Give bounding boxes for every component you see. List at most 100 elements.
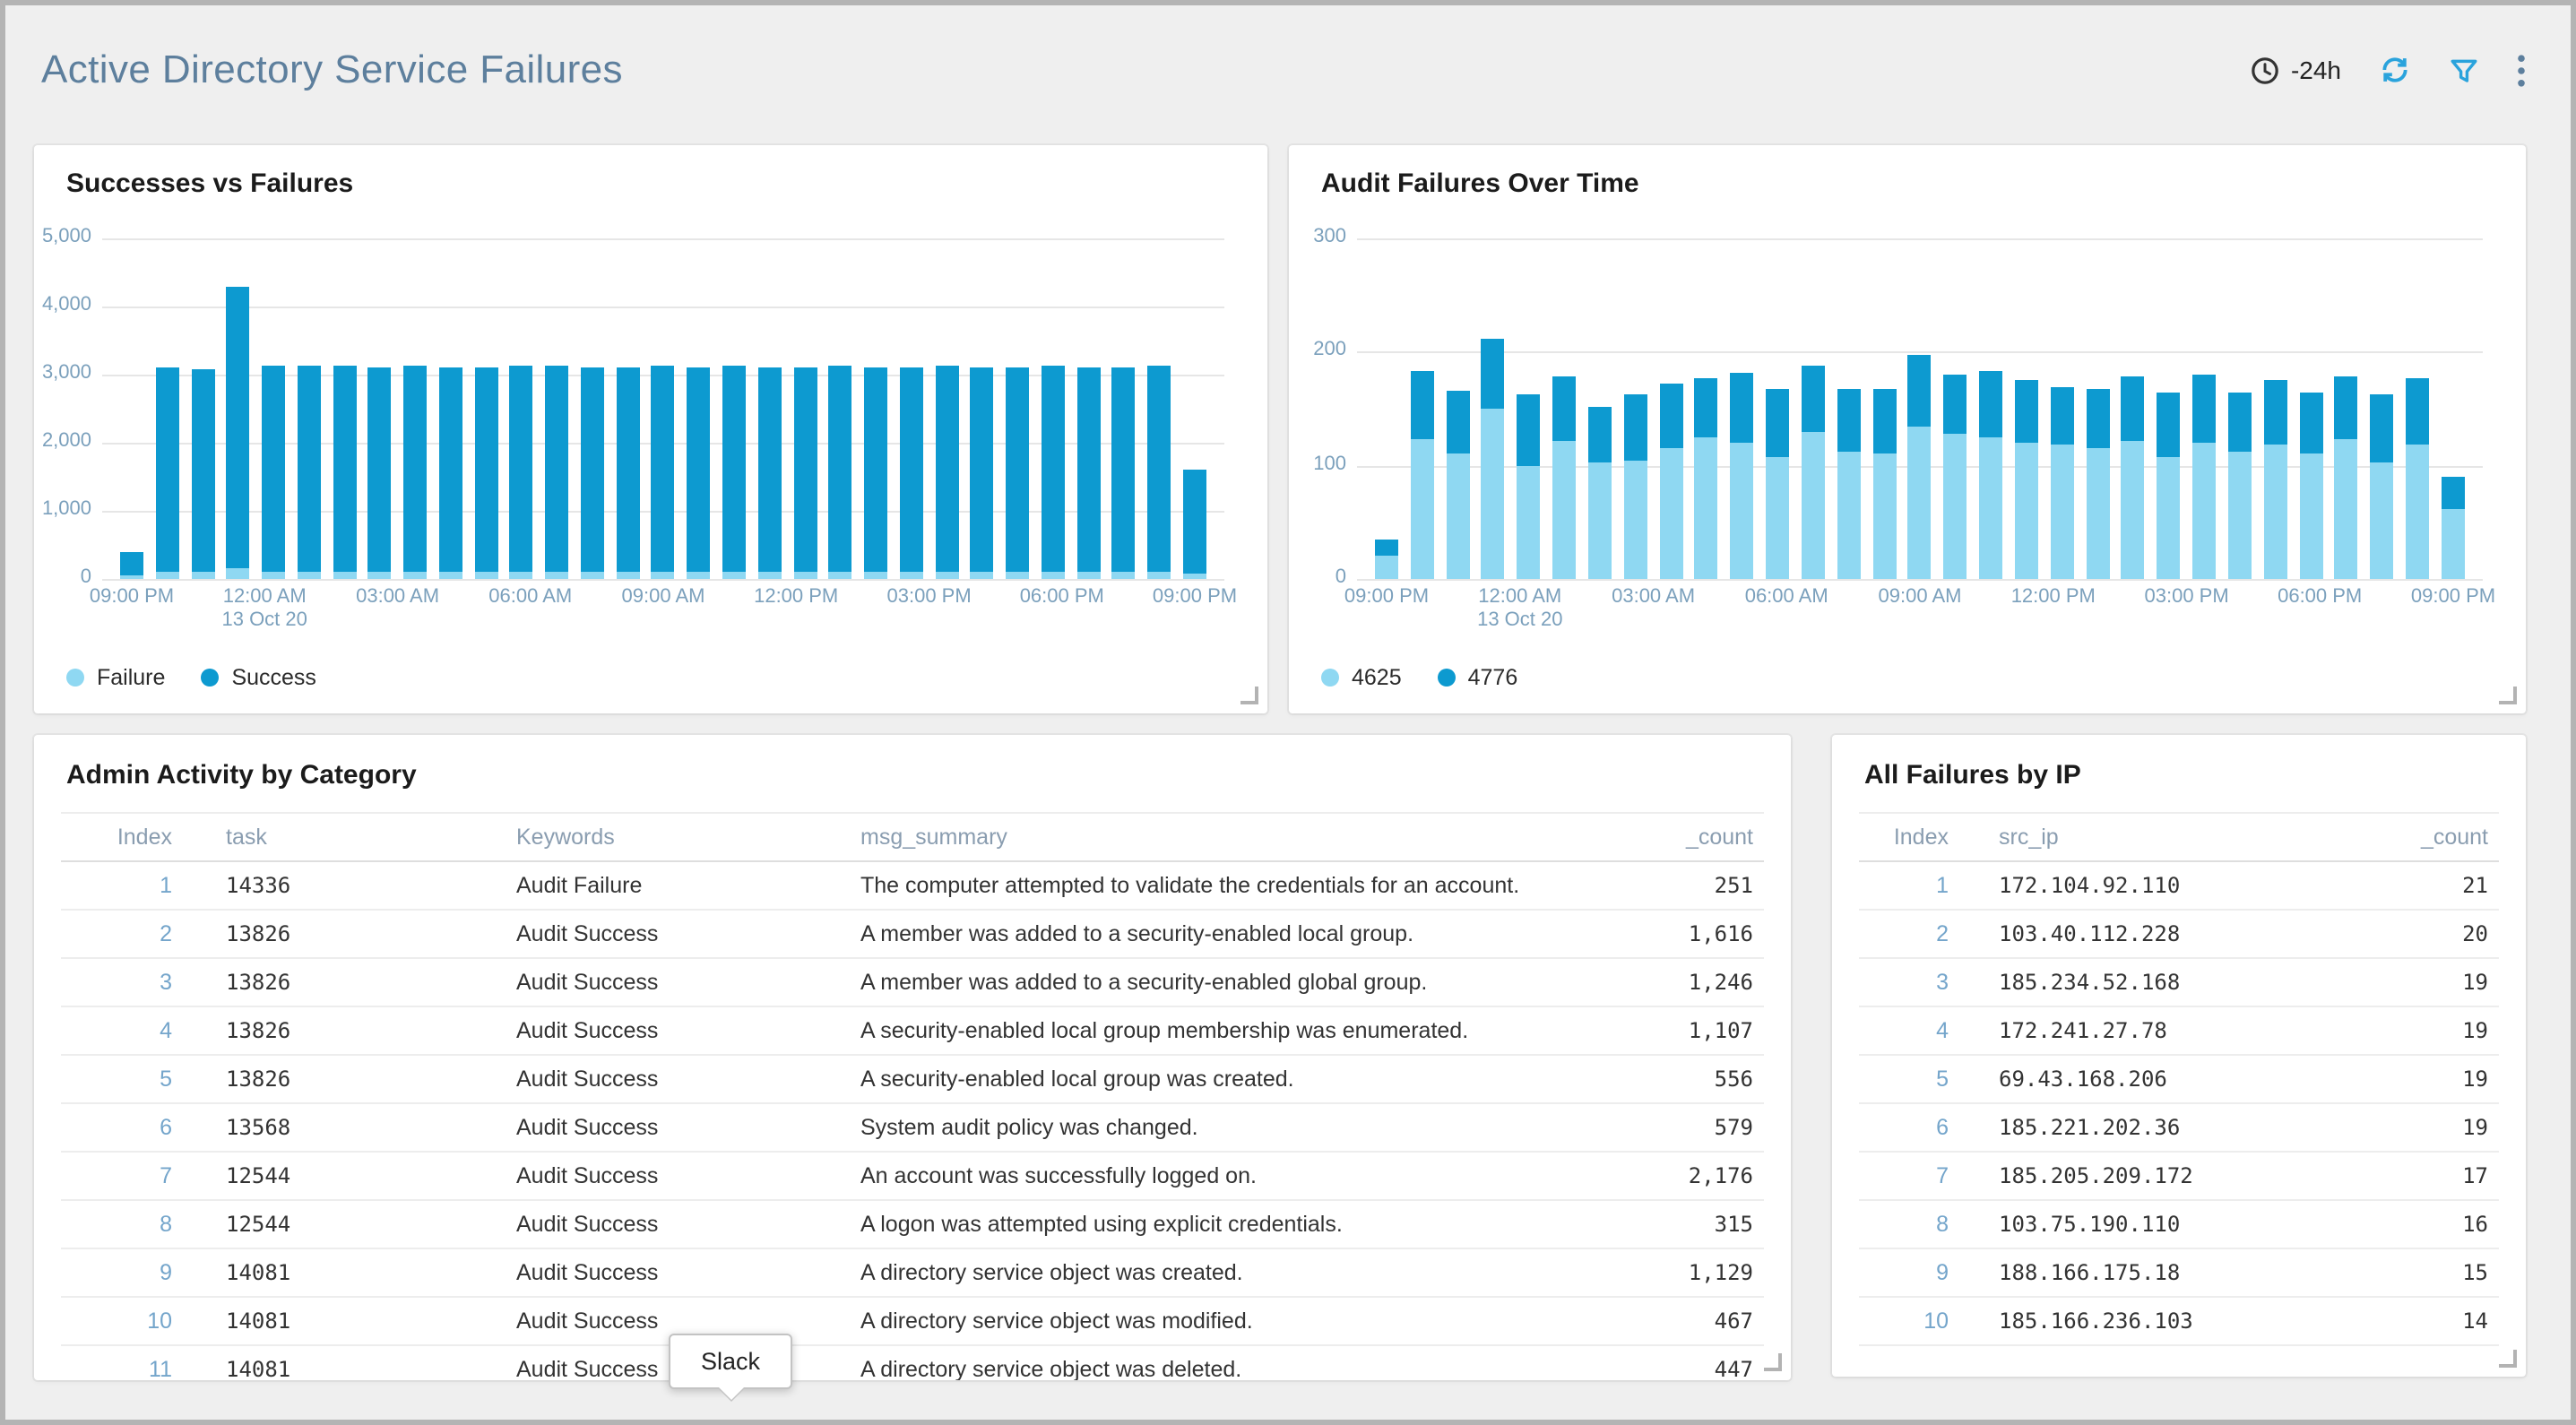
refresh-icon[interactable] <box>2379 54 2411 86</box>
stacked-bar[interactable] <box>2122 376 2145 579</box>
column-header[interactable]: _count <box>1595 813 1764 861</box>
stacked-bar[interactable] <box>1624 394 1647 579</box>
table-row[interactable]: 712544Audit SuccessAn account was succes… <box>61 1152 1764 1200</box>
stacked-bar[interactable] <box>1766 389 1789 579</box>
stacked-bar[interactable] <box>652 367 675 579</box>
stacked-bar[interactable] <box>2015 380 2038 579</box>
table-row[interactable]: 613568Audit SuccessSystem audit policy w… <box>61 1103 1764 1152</box>
table-row[interactable]: 914081Audit SuccessA directory service o… <box>61 1248 1764 1297</box>
stacked-bar[interactable] <box>227 286 250 579</box>
kebab-menu-icon[interactable] <box>2517 53 2526 87</box>
stacked-bar[interactable] <box>2050 387 2073 579</box>
stacked-bar[interactable] <box>298 367 321 579</box>
stacked-bar[interactable] <box>935 367 958 579</box>
stacked-bar[interactable] <box>1695 378 1718 579</box>
table-row[interactable]: 313826Audit SuccessA member was added to… <box>61 958 1764 1006</box>
stacked-bar[interactable] <box>829 367 852 579</box>
stacked-bar[interactable] <box>1006 367 1029 579</box>
table-row[interactable]: 4172.241.27.7819 <box>1859 1006 2499 1055</box>
stacked-bar[interactable] <box>368 367 392 579</box>
table-row[interactable]: 10185.166.236.10314 <box>1859 1297 2499 1345</box>
stacked-bar[interactable] <box>1837 388 1861 579</box>
stacked-bar[interactable] <box>1552 376 1576 579</box>
time-range-control[interactable]: -24h <box>2250 55 2341 85</box>
stacked-bar[interactable] <box>474 367 497 579</box>
table-row[interactable]: 3185.234.52.16819 <box>1859 958 2499 1006</box>
stacked-bar[interactable] <box>793 367 817 579</box>
stacked-bar[interactable] <box>120 552 143 579</box>
stacked-bar[interactable] <box>2263 380 2286 579</box>
table-row[interactable]: 2103.40.112.22820 <box>1859 910 2499 958</box>
table-row[interactable]: 7185.205.209.17217 <box>1859 1152 2499 1200</box>
panel-resize-handle[interactable] <box>2499 1350 2517 1368</box>
stacked-bar[interactable] <box>333 367 356 579</box>
stacked-bar[interactable] <box>1517 394 1541 579</box>
stacked-bar[interactable] <box>1482 338 1505 579</box>
stacked-bar[interactable] <box>1802 366 1825 579</box>
legend-item[interactable]: 4776 <box>1438 665 1518 690</box>
stacked-bar[interactable] <box>1944 375 1967 579</box>
table-row[interactable]: 1114081Audit SuccessA directory service … <box>61 1345 1764 1380</box>
stacked-bar[interactable] <box>1908 354 1932 579</box>
stacked-bar[interactable] <box>1872 388 1896 579</box>
table-row[interactable]: 9188.166.175.1815 <box>1859 1248 2499 1297</box>
stacked-bar[interactable] <box>2335 377 2358 579</box>
stacked-bar[interactable] <box>1446 391 1469 579</box>
panel-resize-handle[interactable] <box>1764 1353 1782 1371</box>
table-row[interactable]: 513826Audit SuccessA security-enabled lo… <box>61 1055 1764 1103</box>
table-row[interactable]: 812544Audit SuccessA logon was attempted… <box>61 1200 1764 1248</box>
table-row[interactable]: 1172.104.92.11021 <box>1859 861 2499 910</box>
column-header[interactable]: Index <box>61 813 183 861</box>
stacked-bar[interactable] <box>510 367 533 579</box>
stacked-bar[interactable] <box>1659 383 1682 579</box>
stacked-bar[interactable] <box>439 367 462 579</box>
table-row[interactable]: 569.43.168.20619 <box>1859 1055 2499 1103</box>
filter-icon[interactable] <box>2449 55 2479 85</box>
column-header[interactable]: msg_summary <box>850 813 1595 861</box>
stacked-bar[interactable] <box>2157 392 2180 579</box>
stacked-bar[interactable] <box>2406 378 2429 579</box>
stacked-bar[interactable] <box>191 369 214 579</box>
stacked-bar[interactable] <box>1183 470 1206 579</box>
panel-resize-handle[interactable] <box>2499 687 2517 704</box>
stacked-bar[interactable] <box>1076 367 1100 579</box>
stacked-bar[interactable] <box>1411 371 1434 579</box>
stacked-bar[interactable] <box>2228 392 2252 579</box>
stacked-bar[interactable] <box>758 367 782 579</box>
stacked-bar[interactable] <box>545 367 568 579</box>
stacked-bar[interactable] <box>687 367 711 579</box>
stacked-bar[interactable] <box>864 367 887 579</box>
column-header[interactable]: Index <box>1859 813 1959 861</box>
table-row[interactable]: 213826Audit SuccessA member was added to… <box>61 910 1764 958</box>
stacked-bar[interactable] <box>900 367 923 579</box>
table-row[interactable]: 1014081Audit SuccessA directory service … <box>61 1297 1764 1345</box>
stacked-bar[interactable] <box>1979 371 2002 579</box>
column-header[interactable]: Keywords <box>506 813 850 861</box>
stacked-bar[interactable] <box>262 367 285 579</box>
stacked-bar[interactable] <box>2086 390 2109 579</box>
stacked-bar[interactable] <box>616 367 639 579</box>
column-header[interactable]: src_ip <box>1959 813 2363 861</box>
stacked-bar[interactable] <box>1042 367 1065 579</box>
stacked-bar[interactable] <box>1147 367 1171 579</box>
panel-resize-handle[interactable] <box>1240 687 1258 704</box>
stacked-bar[interactable] <box>1588 408 1612 579</box>
legend-item[interactable]: 4625 <box>1321 665 1402 690</box>
table-row[interactable]: 6185.221.202.3619 <box>1859 1103 2499 1152</box>
stacked-bar[interactable] <box>156 367 179 579</box>
column-header[interactable]: task <box>183 813 506 861</box>
stacked-bar[interactable] <box>581 367 604 579</box>
stacked-bar[interactable] <box>2442 477 2465 579</box>
stacked-bar[interactable] <box>1731 374 1754 579</box>
legend-item[interactable]: Success <box>201 665 316 690</box>
table-row[interactable]: 413826Audit SuccessA security-enabled lo… <box>61 1006 1764 1055</box>
stacked-bar[interactable] <box>2370 395 2393 579</box>
stacked-bar[interactable] <box>2192 375 2216 579</box>
stacked-bar[interactable] <box>2299 392 2322 579</box>
table-row[interactable]: 8103.75.190.11016 <box>1859 1200 2499 1248</box>
column-header[interactable]: _count <box>2363 813 2499 861</box>
legend-item[interactable]: Failure <box>66 665 165 690</box>
stacked-bar[interactable] <box>722 367 746 579</box>
table-row[interactable]: 114336Audit FailureThe computer attempte… <box>61 861 1764 910</box>
stacked-bar[interactable] <box>971 367 994 579</box>
